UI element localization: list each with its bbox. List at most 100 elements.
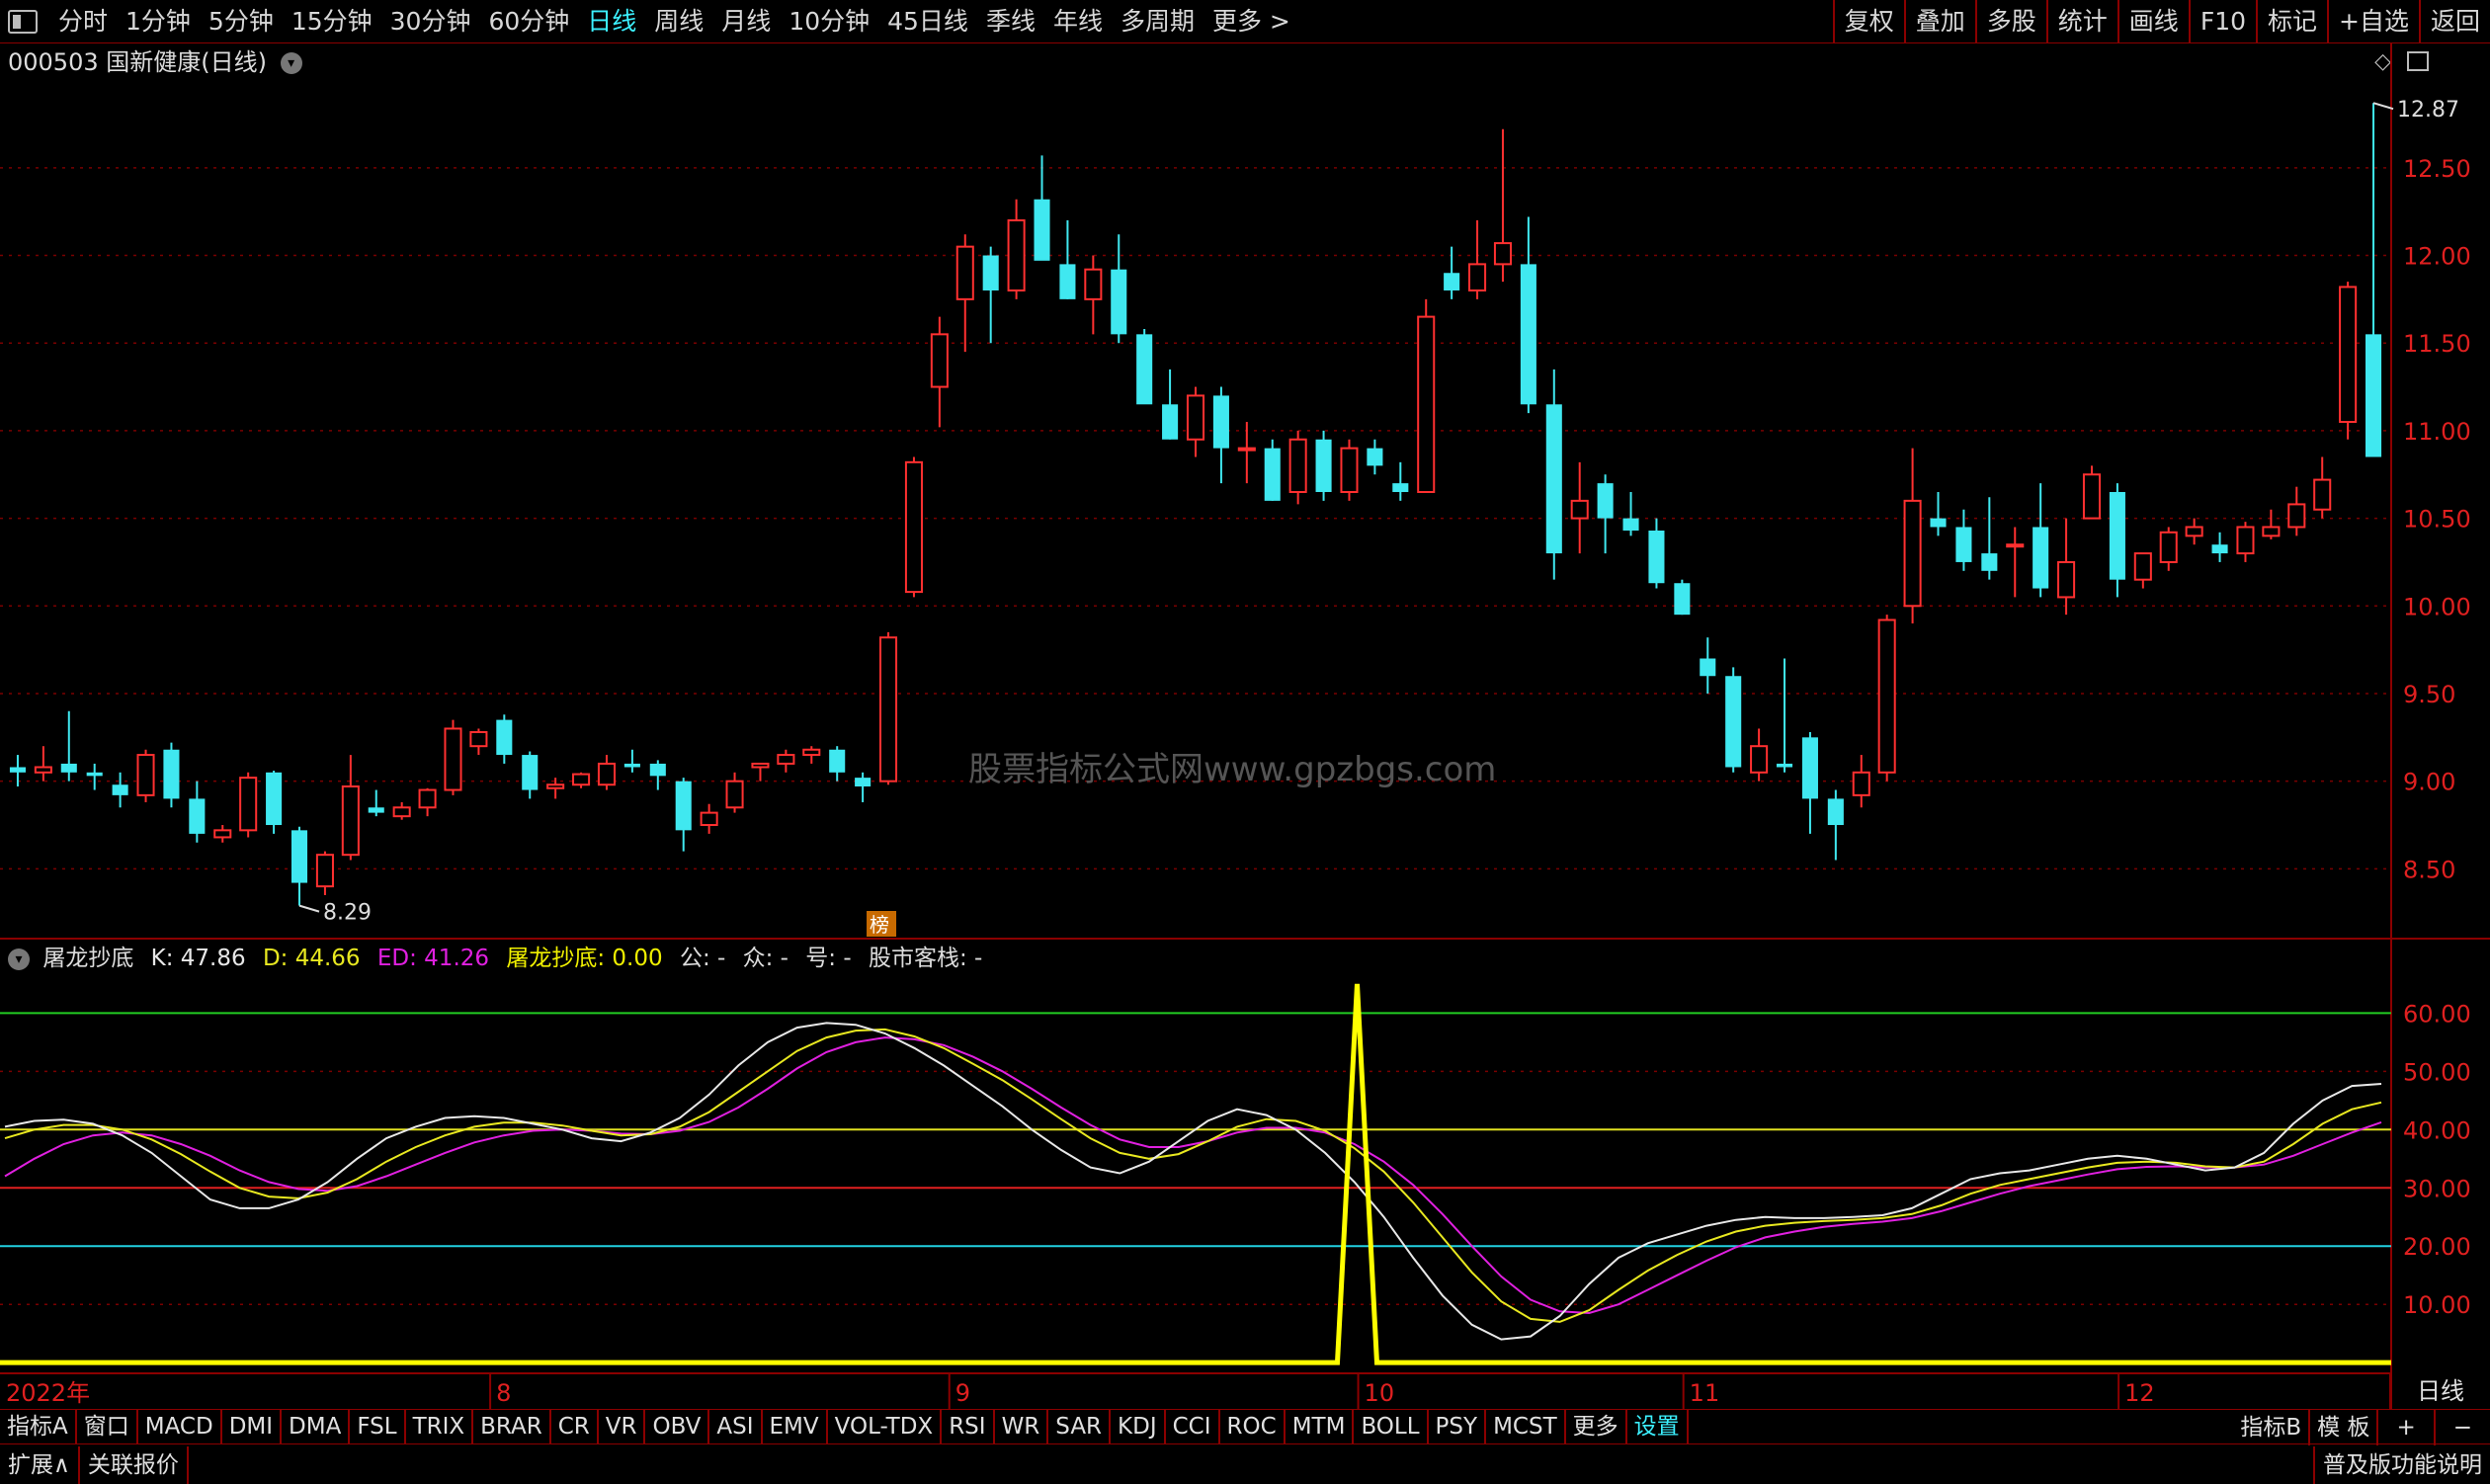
indicator-axis-label-4: 20.00: [2403, 1233, 2471, 1261]
candle-53: [1367, 439, 1383, 475]
indicator-tab-22[interactable]: PSY: [1429, 1409, 1487, 1444]
candle-body-56: [1444, 273, 1460, 290]
date-label-2: 9: [955, 1379, 970, 1407]
candle-body-24: [623, 763, 640, 768]
candle-body-15: [392, 806, 411, 818]
indicator-tab-19[interactable]: ROC: [1220, 1409, 1286, 1444]
candle-23: [597, 755, 617, 790]
indicator-k-value: K: 47.86: [150, 946, 246, 971]
expand-button[interactable]: 扩展∧: [0, 1446, 80, 1484]
candle-body-21: [546, 783, 565, 789]
candle-61: [1570, 461, 1589, 554]
candle-body-64: [1648, 531, 1665, 584]
candle-14: [368, 789, 384, 817]
indicator-tab-10[interactable]: OBV: [645, 1409, 710, 1444]
indicator-tab-12[interactable]: EMV: [763, 1409, 828, 1444]
indicator-tab-6[interactable]: TRIX: [406, 1409, 474, 1444]
indicator-tab-5[interactable]: FSL: [350, 1409, 406, 1444]
edition-features-button[interactable]: 普及版功能说明: [2313, 1446, 2490, 1484]
indicator-tab-4[interactable]: DMA: [282, 1409, 351, 1444]
indicator-tab-11[interactable]: ASI: [709, 1409, 763, 1444]
candle-64: [1648, 518, 1665, 589]
indicator-extra-2: 号: -: [805, 946, 852, 971]
candle-body-50: [1288, 438, 1307, 493]
candle-body-62: [1597, 483, 1614, 519]
indicator-tab-15[interactable]: WR: [995, 1409, 1049, 1444]
indicator-tab-14[interactable]: RSI: [942, 1409, 995, 1444]
candle-63: [1622, 491, 1639, 536]
candle-body-77: [1981, 553, 1998, 571]
indicator-tab-0[interactable]: 指标A: [0, 1409, 77, 1444]
candle-body-65: [1674, 583, 1691, 616]
candle-body-44: [1136, 334, 1153, 405]
candle-body-29: [751, 762, 770, 769]
candle-56: [1444, 246, 1460, 299]
remove-pane-button[interactable]: −: [2436, 1410, 2490, 1445]
candle-body-53: [1367, 448, 1383, 466]
indicator-axis-label-2: 40.00: [2403, 1116, 2471, 1144]
candle-22: [572, 772, 591, 788]
template-tab[interactable]: 模 板: [2310, 1410, 2379, 1445]
candle-81: [2082, 465, 2102, 520]
candle-body-45: [1162, 404, 1179, 440]
candle-body-60: [1545, 404, 1562, 554]
candle-body-28: [725, 780, 744, 809]
candle-body-90: [2313, 478, 2332, 511]
candle-11: [290, 826, 308, 906]
candle-68: [1750, 728, 1769, 782]
indicator-tab-8[interactable]: CR: [551, 1409, 599, 1444]
candle-25: [649, 760, 666, 790]
candle-body-79: [2033, 527, 2049, 589]
indicator-b-tab[interactable]: 指标B: [2233, 1410, 2311, 1445]
candle-15: [392, 801, 411, 820]
candle-0: [9, 755, 26, 786]
indicator-tab-1[interactable]: 窗口: [77, 1409, 138, 1444]
candle-body-37: [955, 245, 974, 300]
candle-71: [1827, 789, 1844, 861]
candle-body-70: [1801, 737, 1818, 799]
candle-body-8: [213, 829, 232, 839]
indicator-tab-17[interactable]: KDJ: [1111, 1409, 1166, 1444]
chevron-down-icon[interactable]: ▾: [8, 948, 30, 970]
candle-body-4: [112, 784, 128, 795]
indicator-tab-13[interactable]: VOL-TDX: [828, 1409, 943, 1444]
indicator-tab-3[interactable]: DMI: [222, 1409, 283, 1444]
candle-90: [2313, 456, 2332, 519]
candle-body-7: [189, 798, 206, 834]
candle-body-92: [2366, 334, 2382, 457]
candle-body-12: [315, 854, 334, 888]
indicator-tab-2[interactable]: MACD: [138, 1409, 222, 1444]
indicator-tab-18[interactable]: CCI: [1166, 1409, 1220, 1444]
ed-line: [4, 1036, 2382, 1315]
period-label-box[interactable]: 日线: [2389, 1373, 2490, 1409]
indicator-tab-23[interactable]: MCST: [1486, 1409, 1566, 1444]
price-axis-label-1: 12.00: [2403, 243, 2471, 271]
add-pane-button[interactable]: +: [2378, 1410, 2436, 1445]
candle-52: [1340, 439, 1359, 501]
candle-body-81: [2082, 473, 2102, 520]
candle-body-3: [86, 772, 103, 777]
candle-body-16: [418, 788, 437, 809]
candle-body-26: [675, 781, 692, 831]
candle-body-42: [1084, 268, 1103, 300]
indicator-tab-25[interactable]: 设置: [1627, 1409, 1689, 1444]
candle-51: [1315, 430, 1332, 501]
candle-body-30: [777, 754, 795, 765]
candle-19: [496, 714, 513, 764]
candle-body-63: [1622, 518, 1639, 532]
related-quotes-button[interactable]: 关联报价: [80, 1446, 189, 1484]
indicator-tab-21[interactable]: BOLL: [1354, 1409, 1429, 1444]
candle-12: [315, 851, 334, 895]
indicator-ed-value: ED: 41.26: [376, 946, 490, 971]
indicator-signal-value: 屠龙抄底: 0.00: [506, 946, 663, 971]
candle-body-48: [1237, 447, 1256, 452]
indicator-tab-20[interactable]: MTM: [1286, 1409, 1355, 1444]
candle-10: [266, 771, 283, 834]
indicator-tab-9[interactable]: VR: [599, 1409, 646, 1444]
candle-55: [1417, 298, 1436, 493]
candle-46: [1186, 386, 1205, 457]
indicator-tab-7[interactable]: BRAR: [473, 1409, 551, 1444]
indicator-tab-16[interactable]: SAR: [1048, 1409, 1112, 1444]
candle-body-75: [1930, 518, 1947, 528]
indicator-tab-24[interactable]: 更多: [1566, 1409, 1627, 1444]
